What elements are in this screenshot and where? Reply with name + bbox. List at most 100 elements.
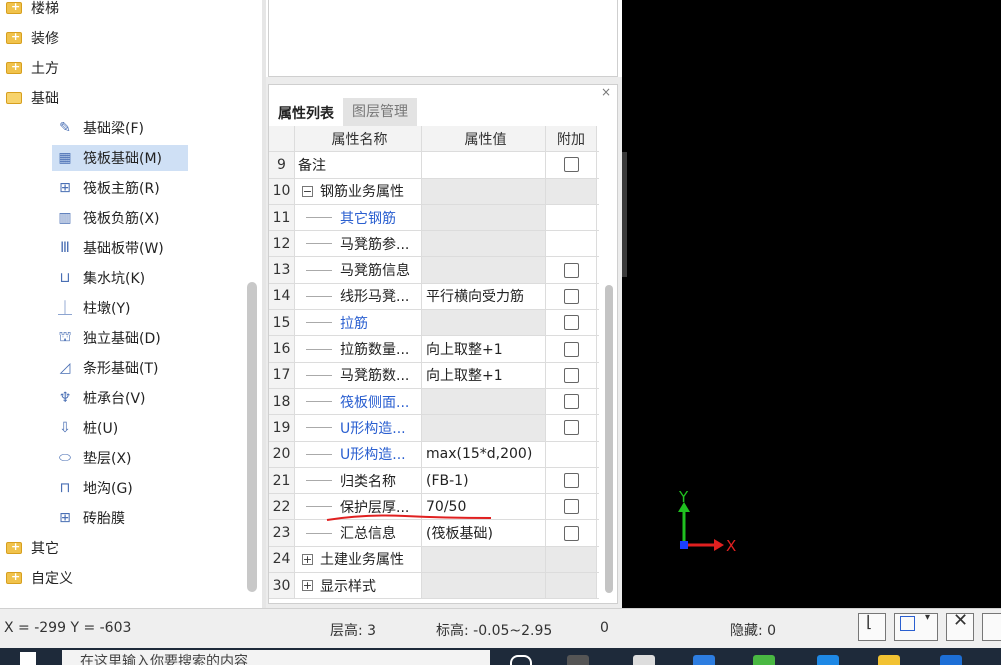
property-row[interactable]: 12 马凳筋参... — [269, 231, 599, 258]
property-name: 线形马凳... — [295, 283, 422, 310]
tree-sub-item[interactable]: ⇩ 桩(U) — [52, 415, 118, 441]
property-extra — [546, 441, 597, 467]
tree-sub-item[interactable]: ⛫ 独立基础(D) — [52, 325, 161, 351]
property-row[interactable]: 21 归类名称 (FB-1) — [269, 467, 599, 495]
property-row[interactable]: 13 马凳筋信息 — [269, 257, 599, 284]
property-row[interactable]: 15 拉筋 — [269, 310, 599, 337]
tree-item-earthwork[interactable]: 土方 — [6, 55, 59, 81]
snap-dropdown-button[interactable]: ▾ — [894, 612, 938, 641]
tree-sub-item[interactable]: ⊔ 集水坑(K) — [52, 265, 146, 291]
tree-item-stairs[interactable]: 楼梯 — [6, 0, 59, 21]
tree-item-decoration[interactable]: 装修 — [6, 25, 59, 51]
property-value[interactable] — [422, 415, 546, 441]
tree-sub-item[interactable]: ⬭ 垫层(X) — [52, 445, 132, 471]
taskbar-search[interactable]: 在这里输入你要搜索的内容 — [62, 650, 490, 665]
property-name: 马凳筋数... — [295, 362, 422, 388]
property-row[interactable]: 9 备注 — [269, 152, 599, 179]
extra-checkbox[interactable] — [563, 288, 579, 304]
tab-layer-management[interactable]: 图层管理 — [343, 98, 417, 126]
property-row[interactable]: 18 筏板侧面... — [269, 388, 599, 416]
property-value[interactable] — [422, 178, 546, 204]
property-value[interactable] — [422, 546, 546, 573]
tree-sub-item[interactable]: ⊞ 筏板主筋(R) — [52, 175, 160, 201]
property-row[interactable]: 19 U形构造... — [269, 415, 599, 442]
property-value[interactable]: (FB-1) — [422, 467, 546, 494]
property-value[interactable] — [422, 388, 546, 415]
folder-icon — [6, 0, 22, 14]
property-extra — [546, 546, 597, 573]
tab-property-list[interactable]: 属性列表 — [269, 98, 343, 126]
app-icon-browser[interactable] — [817, 655, 839, 665]
tree-sub-item-selected[interactable]: ▦ 筏板基础(M) — [52, 145, 188, 171]
property-row[interactable]: 20 U形构造... max(15*d,200) — [269, 441, 599, 468]
property-value[interactable]: 向上取整+1 — [422, 362, 546, 388]
extra-checkbox[interactable] — [563, 525, 579, 541]
close-icon[interactable]: × — [601, 85, 611, 99]
extra-checkbox[interactable] — [563, 420, 579, 436]
tree-sub-item[interactable]: ◿ 条形基础(T) — [52, 355, 159, 381]
property-row[interactable]: 24 + 土建业务属性 — [269, 546, 599, 574]
property-extra — [546, 573, 597, 599]
tree-sub-item[interactable]: ⊓ 地沟(G) — [52, 475, 133, 501]
property-row[interactable]: 23 汇总信息 (筏板基础) — [269, 520, 599, 547]
property-name-text: 线形马凳... — [340, 289, 410, 306]
windows-start-icon[interactable] — [20, 652, 36, 665]
property-value[interactable] — [422, 573, 546, 599]
property-row[interactable]: 11 其它钢筋 — [269, 204, 599, 232]
extra-checkbox[interactable] — [563, 499, 579, 515]
file-explorer-icon[interactable] — [878, 655, 900, 665]
property-value[interactable]: max(15*d,200) — [422, 441, 546, 467]
extra-checkbox[interactable] — [563, 367, 579, 383]
tree-sub-item[interactable]: ✎ 基础梁(F) — [52, 115, 187, 141]
property-row[interactable]: 10− 钢筋业务属性 — [269, 178, 599, 205]
extra-checkbox[interactable] — [563, 315, 579, 331]
tree-sub-item[interactable]: ⏊ 柱墩(Y) — [52, 295, 130, 321]
collapse-icon[interactable]: − — [302, 185, 313, 197]
property-value[interactable]: (筏板基础) — [422, 520, 546, 546]
property-row[interactable]: 14 线形马凳... 平行横向受力筋 — [269, 283, 599, 311]
cross-select-button[interactable]: ✕ — [946, 610, 974, 641]
canvas-edge-handle[interactable] — [622, 152, 627, 277]
extra-checkbox[interactable] — [563, 157, 579, 173]
property-name-text: 备注 — [298, 157, 326, 174]
wechat-icon[interactable] — [753, 655, 775, 665]
property-value[interactable] — [422, 257, 546, 283]
property-value[interactable] — [422, 152, 546, 178]
property-row[interactable]: 16 拉筋数量... 向上取整+1 — [269, 336, 599, 363]
tree-scrollbar[interactable] — [247, 282, 257, 592]
tree-sub-item[interactable]: ▥ 筏板负筋(X) — [52, 205, 159, 231]
app-icon-blue[interactable] — [693, 655, 715, 665]
store-icon[interactable] — [633, 655, 655, 665]
property-name: 其它钢筋 — [295, 204, 422, 231]
property-value[interactable] — [422, 310, 546, 336]
property-value[interactable]: 平行横向受力筋 — [422, 283, 546, 310]
extra-checkbox[interactable] — [563, 394, 579, 410]
tree-sub-item[interactable]: Ⅲ 基础板带(W) — [52, 235, 164, 261]
task-view-icon[interactable] — [567, 655, 589, 665]
tree-item-other[interactable]: 其它 — [6, 535, 59, 561]
drawing-canvas[interactable]: Y X — [622, 0, 1001, 608]
property-value[interactable] — [422, 204, 546, 231]
extra-checkbox[interactable] — [563, 341, 579, 357]
property-name-text: 拉筋数量... — [340, 342, 410, 359]
property-value[interactable]: 向上取整+1 — [422, 336, 546, 362]
properties-scrollbar[interactable] — [605, 285, 613, 593]
cortana-icon[interactable] — [510, 655, 532, 665]
angle-button[interactable] — [982, 613, 1001, 641]
expand-icon[interactable]: + — [302, 553, 313, 565]
property-row[interactable]: 17 马凳筋数... 向上取整+1 — [269, 362, 599, 389]
tree-sub-item[interactable]: ♆ 桩承台(V) — [52, 385, 146, 411]
property-row[interactable]: 30 + 显示样式 — [269, 573, 599, 600]
property-value[interactable] — [422, 231, 546, 257]
extra-checkbox[interactable] — [563, 262, 579, 278]
extra-checkbox[interactable] — [563, 473, 579, 488]
app-icon-glodon[interactable] — [940, 655, 962, 665]
tree-sub-item[interactable]: ⊞ 砖胎膜 — [52, 505, 125, 531]
ortho-button[interactable]: ⌊ — [858, 612, 886, 641]
folder-icon — [6, 540, 22, 554]
expand-icon[interactable]: + — [302, 580, 313, 592]
y-axis-label: Y — [678, 488, 689, 506]
folder-icon — [6, 570, 22, 584]
tree-item-custom[interactable]: 自定义 — [6, 565, 73, 591]
tree-item-foundation[interactable]: 基础 — [6, 85, 59, 111]
